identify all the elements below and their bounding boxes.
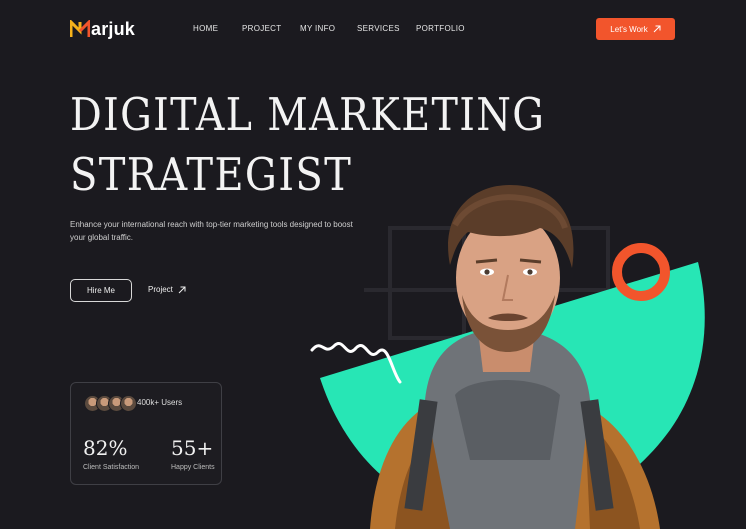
stat-satisfaction-label: Client Satisfaction	[83, 464, 140, 471]
users-count: 400k+ Users	[137, 398, 183, 407]
avatar	[120, 395, 137, 412]
hire-me-label: Hire Me	[86, 286, 115, 295]
stat-clients-value: 55+	[171, 436, 214, 460]
nav-home[interactable]: HOME	[193, 24, 218, 33]
stat-satisfaction-value: 82%	[83, 436, 128, 460]
arrow-up-right-icon	[178, 286, 186, 293]
project-link[interactable]: Project	[148, 285, 186, 294]
brand-logo[interactable]: arjuk	[70, 18, 135, 40]
hire-me-button[interactable]: Hire Me	[70, 279, 132, 302]
arrow-up-right-icon	[653, 25, 661, 33]
stats-card: 400k+ Users 82% 55+ Client Satisfaction …	[70, 382, 222, 485]
headline-line-1: DIGITAL MARKETING	[70, 88, 546, 141]
portrait-area	[310, 185, 705, 529]
nav-project[interactable]: PROJECT	[242, 24, 281, 33]
nav-portfolio[interactable]: PORTFOLIO	[416, 24, 465, 33]
logo-mark-icon	[70, 20, 90, 37]
user-avatars	[84, 395, 137, 412]
lets-work-label: Let's Work	[610, 24, 648, 34]
nav-services[interactable]: SERVICES	[357, 24, 400, 33]
nav-my-info[interactable]: MY INFO	[300, 24, 335, 33]
lets-work-button[interactable]: Let's Work	[596, 18, 675, 40]
project-link-label: Project	[148, 285, 173, 294]
brand-name: arjuk	[91, 18, 136, 39]
stat-clients-label: Happy Clients	[171, 464, 215, 471]
